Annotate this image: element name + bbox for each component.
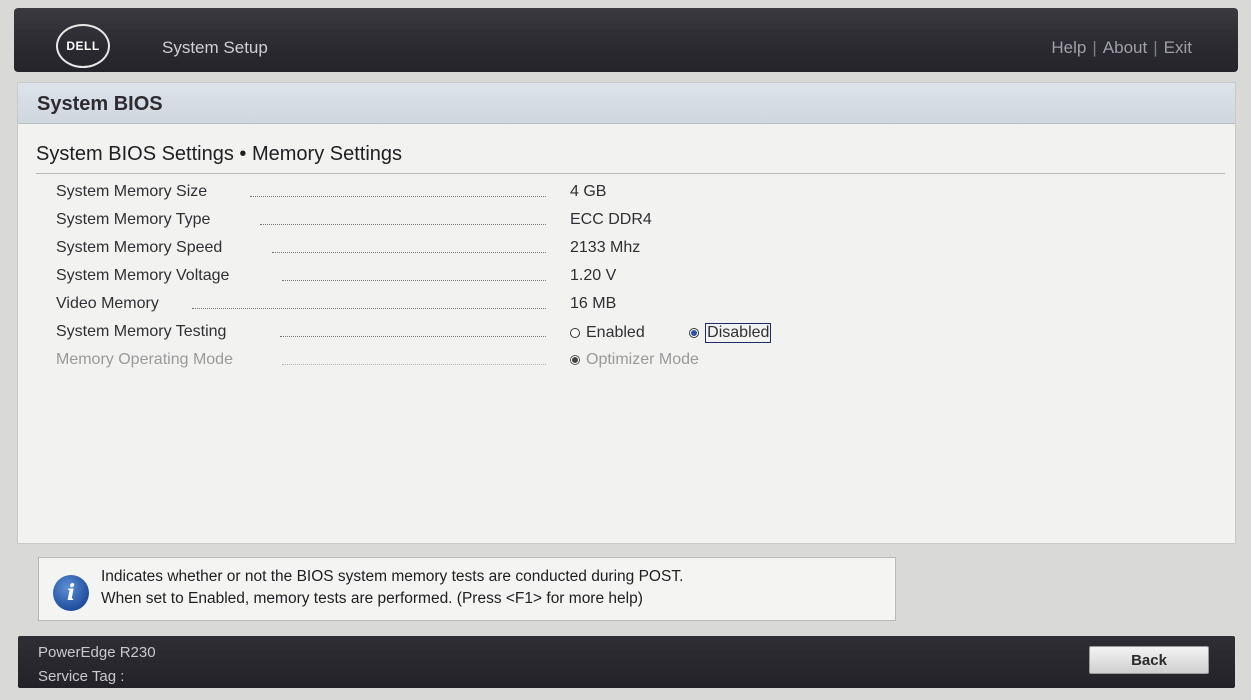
- leader-dots: [282, 364, 546, 365]
- setting-value: 16 MB: [570, 295, 617, 312]
- radio-label: Optimizer Mode: [586, 351, 699, 368]
- setting-label: System Memory Size: [56, 183, 208, 200]
- help-link[interactable]: Help: [1051, 38, 1086, 57]
- settings-panel: System BIOS System BIOS Settings • Memor…: [17, 82, 1236, 544]
- radio-circle-icon: [570, 328, 580, 338]
- radio-group-operating-mode: Optimizer Mode: [570, 351, 699, 370]
- leader-dots: [260, 224, 546, 225]
- setting-label: System Memory Voltage: [56, 267, 230, 284]
- setting-value: 4 GB: [570, 183, 607, 200]
- divider: [36, 173, 1225, 174]
- radio-disabled[interactable]: Disabled: [689, 323, 772, 343]
- service-tag: Service Tag :: [38, 668, 125, 685]
- setting-label: System Memory Speed: [56, 239, 223, 256]
- leader-dots: [280, 336, 546, 337]
- setting-label: Memory Operating Mode: [56, 351, 233, 368]
- setting-label: System Memory Type: [56, 211, 211, 228]
- setting-row-memory-speed: System Memory Speed 2133 Mhz: [56, 239, 816, 261]
- help-line-2: When set to Enabled, memory tests are pe…: [101, 590, 643, 607]
- radio-circle-selected-icon: [689, 328, 700, 338]
- help-line-1: Indicates whether or not the BIOS system…: [101, 568, 684, 585]
- link-separator: |: [1092, 38, 1097, 57]
- panel-header: System BIOS: [18, 83, 1235, 124]
- setting-row-video-memory: Video Memory 16 MB: [56, 295, 816, 317]
- breadcrumb: System BIOS Settings • Memory Settings: [36, 143, 403, 165]
- setting-row-memory-testing: System Memory Testing Enabled Disabled: [56, 323, 816, 345]
- leader-dots: [282, 280, 546, 281]
- leader-dots: [250, 196, 546, 197]
- radio-optimizer-mode: Optimizer Mode: [570, 351, 699, 369]
- link-separator: |: [1153, 38, 1158, 57]
- radio-enabled[interactable]: Enabled: [570, 324, 645, 342]
- radio-label: Disabled: [705, 323, 772, 343]
- setting-value: 1.20 V: [570, 267, 617, 284]
- model-name: PowerEdge R230: [38, 644, 156, 661]
- radio-label: Enabled: [586, 324, 645, 341]
- help-text: Indicates whether or not the BIOS system…: [101, 566, 683, 610]
- leader-dots: [192, 308, 546, 309]
- help-box: i Indicates whether or not the BIOS syst…: [38, 557, 896, 621]
- radio-circle-selected-icon: [570, 355, 580, 365]
- setting-value: 2133 Mhz: [570, 239, 641, 256]
- about-link[interactable]: About: [1103, 38, 1147, 57]
- header-links: Help | About | Exit: [1051, 38, 1192, 58]
- dell-logo: DELL: [56, 24, 110, 68]
- setting-row-memory-size: System Memory Size 4 GB: [56, 183, 816, 205]
- back-button[interactable]: Back: [1089, 646, 1209, 674]
- setting-row-memory-voltage: System Memory Voltage 1.20 V: [56, 267, 816, 289]
- setting-value: ECC DDR4: [570, 211, 652, 228]
- setting-row-memory-operating-mode: Memory Operating Mode Optimizer Mode: [56, 351, 816, 373]
- footer-bar: PowerEdge R230 Service Tag : Back: [18, 636, 1235, 688]
- top-header-bar: DELL System Setup Help | About | Exit: [14, 8, 1238, 72]
- setting-label: System Memory Testing: [56, 323, 227, 340]
- exit-link[interactable]: Exit: [1164, 38, 1192, 57]
- info-icon: i: [53, 575, 89, 611]
- app-title: System Setup: [162, 38, 268, 57]
- panel-title: System BIOS: [37, 93, 163, 115]
- radio-group-memory-testing: Enabled Disabled: [570, 323, 772, 343]
- leader-dots: [272, 252, 546, 253]
- setting-label: Video Memory: [56, 295, 159, 312]
- setting-row-memory-type: System Memory Type ECC DDR4: [56, 211, 816, 233]
